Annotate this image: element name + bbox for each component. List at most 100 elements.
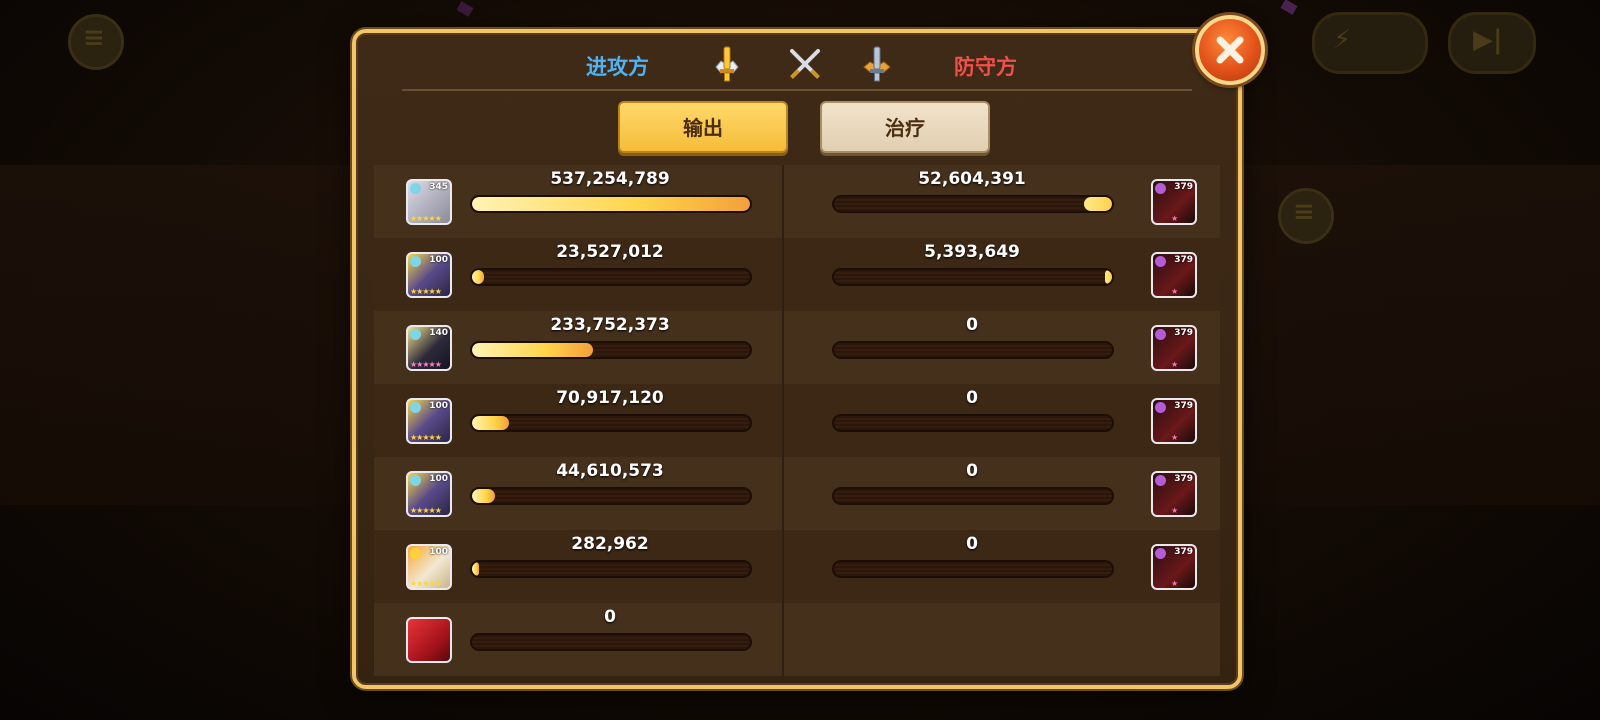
hero-level: 100	[429, 401, 448, 411]
attacker-bar	[470, 560, 752, 578]
skip-icon: ▶|	[1473, 25, 1503, 55]
hero-stars: ★	[1171, 214, 1178, 223]
skip-button: ▶|	[1448, 12, 1536, 74]
defender-portrait[interactable]: 379 ★	[1151, 252, 1197, 298]
hero-level: 140	[429, 328, 448, 338]
attacker-bar	[470, 633, 752, 651]
defender-bar	[832, 341, 1114, 359]
stats-row: 140 ★★★★★ 233,752,373 0 379 ★	[374, 311, 1220, 384]
hero-stars: ★★★★★	[410, 433, 442, 442]
defender-value: 0	[966, 461, 978, 481]
attacker-value: 233,752,373	[550, 315, 670, 335]
hero-level: 379	[1174, 401, 1193, 411]
defender-bar	[832, 268, 1114, 286]
attacker-portrait[interactable]: 140 ★★★★★	[406, 325, 452, 371]
element-icon	[410, 183, 421, 194]
element-icon	[1155, 475, 1166, 486]
list-button: ≡	[1278, 188, 1334, 244]
close-button[interactable]	[1195, 15, 1265, 85]
attacker-value: 70,917,120	[556, 388, 664, 408]
stats-row: 100 ★★★★★ 44,610,573 0 379 ★	[374, 457, 1220, 530]
element-icon	[1155, 548, 1166, 559]
column-divider	[782, 165, 784, 676]
attacker-portrait[interactable]: 100 ★★★★★	[406, 252, 452, 298]
hero-stars: ★	[1171, 360, 1178, 369]
gold-sword-icon	[708, 45, 746, 87]
tab-damage[interactable]: 输出	[618, 101, 788, 153]
hero-stars: ★★★★★	[410, 214, 442, 223]
hero-stars: ★★★★★	[410, 360, 442, 369]
hero-level: 379	[1174, 474, 1193, 484]
defender-portrait[interactable]: 379 ★	[1151, 398, 1197, 444]
defender-value: 52,604,391	[918, 169, 1026, 189]
hero-stars: ★	[1171, 433, 1178, 442]
hero-level: 100	[429, 547, 448, 557]
attacker-bar	[470, 487, 752, 505]
list-icon: ≡	[1293, 197, 1315, 227]
hero-level: 379	[1174, 547, 1193, 557]
defender-value: 5,393,649	[924, 242, 1020, 262]
element-icon	[410, 548, 421, 559]
attacker-portrait[interactable]: 100 ★★★★★	[406, 471, 452, 517]
stats-row: 100 ★★★★★ 23,527,012 5,393,649 379 ★	[374, 238, 1220, 311]
defender-bar	[832, 195, 1114, 213]
menu-icon: ≡	[83, 23, 105, 53]
hero-stars: ★	[1171, 579, 1178, 588]
hero-level: 100	[429, 255, 448, 265]
defender-bar	[832, 560, 1114, 578]
defender-portrait[interactable]: 379 ★	[1151, 544, 1197, 590]
element-icon	[1155, 183, 1166, 194]
defender-value: 0	[966, 315, 978, 335]
attacker-value: 44,610,573	[556, 461, 664, 481]
attacker-portrait[interactable]: 345 ★★★★★	[406, 179, 452, 225]
defender-portrait[interactable]: 379 ★	[1151, 325, 1197, 371]
lightning-icon: ⚡	[1333, 25, 1352, 55]
attacker-bar	[470, 195, 752, 213]
menu-button: ≡	[68, 14, 124, 70]
hero-stars: ★★★★★	[410, 579, 442, 588]
crossed-swords-icon	[786, 45, 824, 87]
attacker-bar	[470, 341, 752, 359]
header-divider	[402, 89, 1192, 91]
attacker-value: 537,254,789	[550, 169, 670, 189]
attacker-label: 进攻方	[586, 55, 649, 79]
attacker-bar-fill	[472, 343, 593, 357]
attacker-bar-fill	[472, 270, 485, 284]
hero-stars: ★	[1171, 287, 1178, 296]
battle-stats-panel: 进攻方 防守方 输出 治疗 345 ★★★★★ 537,254,789 52,6…	[352, 29, 1242, 689]
hero-stars: ★★★★★	[410, 506, 442, 515]
attacker-portrait[interactable]: 100 ★★★★★	[406, 398, 452, 444]
attacker-bar-fill	[472, 489, 496, 503]
hero-level: 379	[1174, 328, 1193, 338]
hero-stars: ★★★★★	[410, 287, 442, 296]
element-icon	[1155, 256, 1166, 267]
hero-level: 379	[1174, 255, 1193, 265]
element-icon	[410, 329, 421, 340]
hero-stars: ★	[1171, 506, 1178, 515]
stats-row: 345 ★★★★★ 537,254,789 52,604,391 379 ★	[374, 165, 1220, 238]
defender-bar	[832, 487, 1114, 505]
defender-portrait[interactable]: 379 ★	[1151, 179, 1197, 225]
close-icon	[1216, 36, 1244, 64]
attacker-value: 282,962	[571, 534, 649, 554]
element-icon	[410, 475, 421, 486]
defender-portrait[interactable]: 379 ★	[1151, 471, 1197, 517]
attacker-portrait[interactable]	[406, 617, 452, 663]
attacker-portrait[interactable]: 100 ★★★★★	[406, 544, 452, 590]
hero-level: 100	[429, 474, 448, 484]
stats-rows: 345 ★★★★★ 537,254,789 52,604,391 379 ★ 1…	[374, 165, 1220, 676]
attacker-value: 23,527,012	[556, 242, 664, 262]
element-icon	[1155, 329, 1166, 340]
tab-healing[interactable]: 治疗	[820, 101, 990, 153]
attacker-bar	[470, 268, 752, 286]
attacker-bar-fill	[472, 416, 509, 430]
element-icon	[1155, 402, 1166, 413]
stats-row: 100 ★★★★★ 282,962 0 379 ★	[374, 530, 1220, 603]
attacker-bar-fill	[472, 197, 750, 211]
silver-sword-icon	[858, 45, 896, 87]
attacker-bar-fill	[472, 562, 479, 576]
element-icon	[410, 256, 421, 267]
attacker-value: 0	[604, 607, 616, 627]
defender-label: 防守方	[954, 55, 1017, 79]
element-icon	[410, 402, 421, 413]
